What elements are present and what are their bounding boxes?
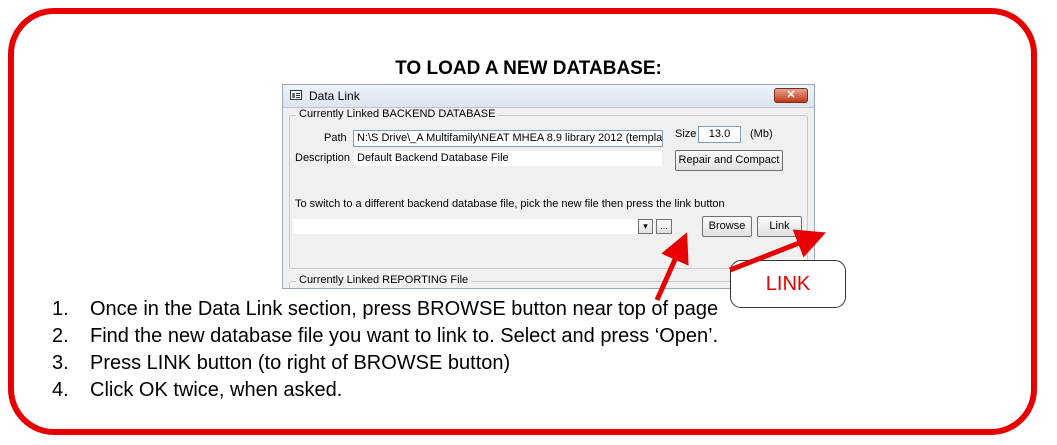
arrow-to-browse [654, 232, 689, 302]
annotation-arrows [654, 229, 826, 302]
arrow-to-link [729, 229, 826, 273]
red-rounded-frame: TO LOAD A NEW DATABASE: Data Link ✕ Curr… [8, 8, 1037, 435]
